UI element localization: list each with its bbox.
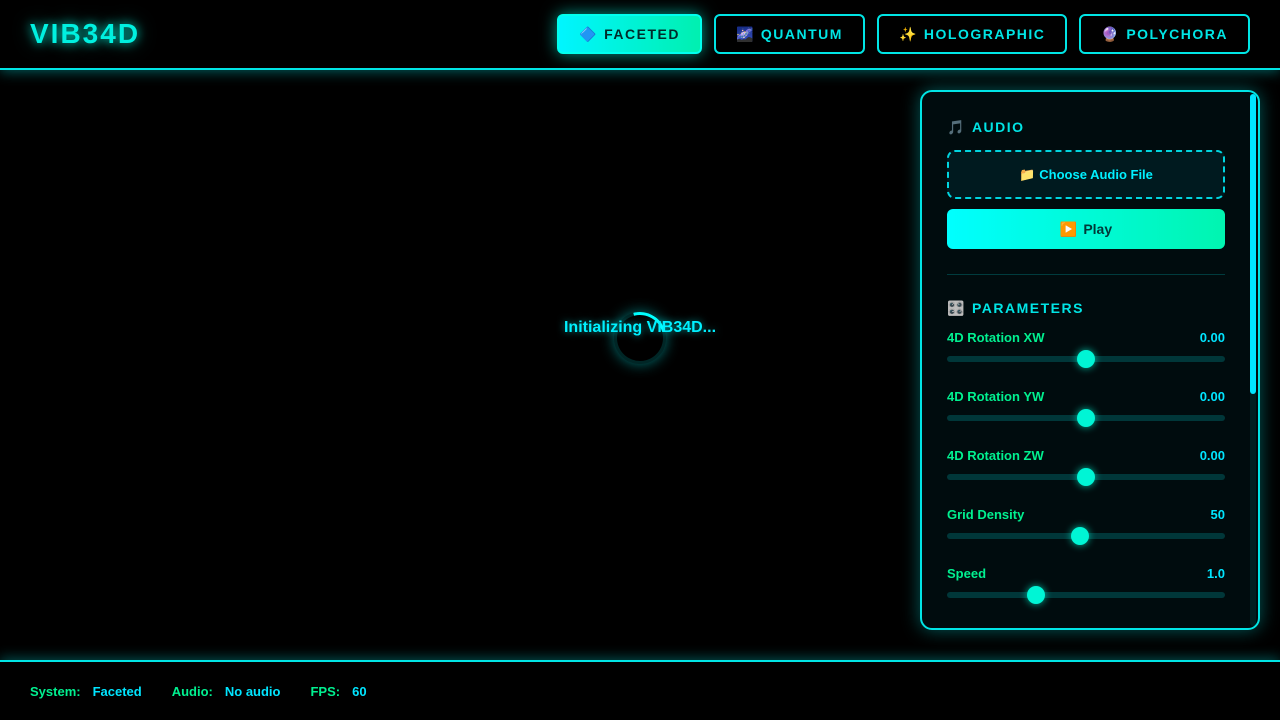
param-grid-density: Grid Density 50: [947, 496, 1225, 555]
param-speed: Speed 1.0: [947, 555, 1225, 614]
slider-track[interactable]: [947, 468, 1225, 486]
panel-content: 🎵 AUDIO 📁 Choose Audio File ▶️ Play 🎛️ P…: [947, 116, 1227, 614]
param-label: Speed: [947, 566, 987, 581]
tab-holographic[interactable]: ✨ HOLOGRAPHIC: [876, 14, 1068, 54]
tab-label: HOLOGRAPHIC: [923, 26, 1046, 42]
loading-spinner: [604, 302, 676, 374]
system-tabs: 🔷 FACETED 🌌 QUANTUM ✨ HOLOGRAPHIC 🔮 POLY…: [557, 14, 1250, 54]
tab-quantum[interactable]: 🌌 QUANTUM: [713, 14, 865, 54]
play-icon: ▶️: [1059, 220, 1078, 237]
param-label: 4D Rotation YW: [947, 389, 1045, 404]
tab-polychora[interactable]: 🔮 POLYCHORA: [1079, 14, 1250, 54]
status-label: System:: [30, 683, 81, 699]
parameters-list: 4D Rotation XW 0.00 4D Rotation YW 0.00 …: [947, 319, 1227, 614]
tab-label: FACETED: [604, 26, 680, 42]
section-divider: [947, 274, 1225, 275]
param-rotation-zw: 4D Rotation ZW 0.00: [947, 437, 1225, 496]
music-note-icon: 🎵: [947, 118, 966, 135]
status-value: 60: [352, 683, 367, 699]
param-label: Grid Density: [947, 507, 1025, 522]
slider-track[interactable]: [947, 527, 1225, 545]
blue-diamond-icon: 🔷: [579, 25, 599, 42]
slider-thumb[interactable]: [1077, 468, 1095, 486]
tab-label: QUANTUM: [760, 26, 843, 42]
status-label: Audio:: [171, 683, 213, 699]
slider-track[interactable]: [947, 350, 1225, 368]
status-fps: FPS: 60: [310, 684, 366, 699]
app-logo: VIB34D: [30, 18, 141, 49]
section-title-text: AUDIO: [971, 119, 1025, 135]
status-audio: Audio: No audio: [172, 684, 281, 699]
param-value: 50: [1210, 507, 1225, 522]
slider-thumb[interactable]: [1077, 409, 1095, 427]
top-header: VIB34D 🔷 FACETED 🌌 QUANTUM ✨ HOLOGRAPHIC…: [0, 0, 1280, 70]
section-title-text: PARAMETERS: [971, 300, 1084, 316]
param-value: 0.00: [1199, 330, 1225, 345]
galaxy-icon: 🌌: [735, 25, 755, 42]
control-knobs-icon: 🎛️: [947, 299, 966, 316]
tab-faceted[interactable]: 🔷 FACETED: [557, 14, 702, 54]
slider-thumb[interactable]: [1071, 527, 1090, 545]
tab-label: POLYCHORA: [1126, 26, 1228, 42]
param-label: 4D Rotation ZW: [947, 448, 1044, 463]
sparkles-icon: ✨: [898, 25, 918, 42]
play-button[interactable]: ▶️ Play: [947, 209, 1225, 249]
folder-icon: 📁: [1019, 166, 1036, 182]
control-panel: 🎵 AUDIO 📁 Choose Audio File ▶️ Play 🎛️ P…: [920, 90, 1260, 630]
slider-thumb[interactable]: [1077, 350, 1095, 368]
crystal-ball-icon: 🔮: [1101, 25, 1121, 42]
file-button-label: Choose Audio File: [1039, 167, 1153, 182]
status-system: System: Faceted: [30, 684, 142, 699]
param-rotation-yw: 4D Rotation YW 0.00: [947, 378, 1225, 437]
status-value: No audio: [224, 683, 281, 699]
choose-audio-file-button[interactable]: 📁 Choose Audio File: [947, 150, 1225, 199]
scrollbar-thumb[interactable]: [1250, 94, 1256, 394]
visualizer-canvas[interactable]: [0, 70, 900, 660]
param-rotation-xw: 4D Rotation XW 0.00: [947, 319, 1225, 378]
slider-thumb[interactable]: [1026, 586, 1045, 604]
param-value: 0.00: [1199, 389, 1225, 404]
param-value: 0.00: [1199, 448, 1225, 463]
play-button-label: Play: [1083, 221, 1113, 237]
slider-track[interactable]: [947, 586, 1225, 604]
param-value: 1.0: [1206, 566, 1225, 581]
status-bar: System: Faceted Audio: No audio FPS: 60: [0, 660, 1280, 720]
audio-section-title: 🎵 AUDIO: [947, 116, 1227, 138]
status-label: FPS:: [310, 683, 341, 699]
panel-scrollbar[interactable]: [1250, 94, 1256, 626]
param-label: 4D Rotation XW: [947, 330, 1045, 345]
slider-track[interactable]: [947, 409, 1225, 427]
parameters-section-title: 🎛️ PARAMETERS: [947, 297, 1227, 319]
status-value: Faceted: [92, 683, 142, 699]
